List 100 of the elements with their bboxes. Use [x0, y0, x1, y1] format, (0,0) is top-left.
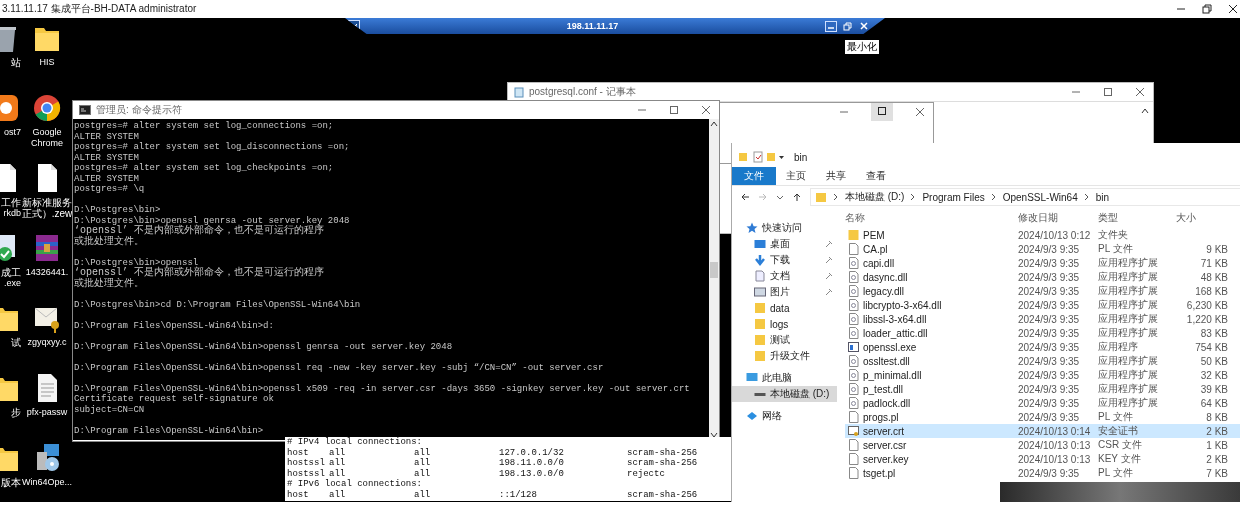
- desktop-icon-label: 正式）.zew: [21, 208, 73, 219]
- breadcrumb-item[interactable]: OpenSSL-Win64: [1002, 191, 1078, 203]
- navigation-item[interactable]: 升级文件: [732, 348, 837, 364]
- file-row[interactable]: legacy.dll 2024/9/3 9:35 应用程序扩展 168 KB: [845, 284, 1240, 298]
- desktop-icon-label: 版本: [1, 477, 21, 488]
- gear-file-icon: [848, 397, 859, 409]
- ribbon-tab[interactable]: 主页: [776, 167, 816, 185]
- file-row[interactable]: tsget.pl 2024/9/3 9:35 PL 文件 7 KB: [845, 466, 1240, 480]
- console-line: postgres=# alter system set log_checkpoints =on;: [74, 163, 335, 174]
- console-line: 或批处理文件。: [74, 236, 145, 247]
- chevron-icon: [910, 193, 917, 201]
- ribbon-tab[interactable]: 文件: [732, 167, 776, 185]
- restore-icon[interactable]: [843, 21, 853, 31]
- file-row[interactable]: openssl.exe 2024/9/3 9:35 应用程序 754 KB: [845, 340, 1240, 354]
- chevron-icon: [990, 193, 997, 201]
- chrome-icon[interactable]: [32, 92, 62, 124]
- file-row[interactable]: server.key 2024/10/13 0:13 KEY 文件 2 KB: [845, 452, 1240, 466]
- gear-file-icon: [848, 299, 859, 311]
- config-comment: # IPv6 local connections:: [287, 479, 424, 490]
- desktop-icon-label: 站: [11, 57, 21, 68]
- address-bar[interactable]: 本地磁盘 (D:) Program Files OpenSSL-Win64 bin: [810, 188, 1240, 206]
- back-arrow-icon[interactable]: [740, 192, 750, 202]
- file-row[interactable]: capi.dll 2024/9/3 9:35 应用程序扩展 71 KB: [845, 256, 1240, 270]
- config-value: hostssl: [287, 458, 326, 469]
- file-icon: [848, 439, 859, 451]
- pc-icon: [746, 372, 758, 384]
- scroll-up-icon[interactable]: [1141, 108, 1149, 114]
- chevron-icon: [1083, 193, 1090, 201]
- config-value: all: [329, 447, 347, 458]
- file-row[interactable]: server.csr 2024/10/13 0:13 CSR 文件 1 KB: [845, 438, 1240, 452]
- config-value: all: [329, 468, 347, 479]
- console-line: ALTER SYSTEM: [74, 173, 140, 184]
- ribbon-tab[interactable]: 共享: [816, 167, 856, 185]
- desktop-icon-label: .exe: [4, 278, 21, 289]
- minimize-icon[interactable]: [825, 20, 837, 32]
- file-row[interactable]: CA.pl 2024/9/3 9:35 PL 文件 9 KB: [845, 242, 1240, 256]
- navigation-item[interactable]: 文档: [732, 268, 837, 284]
- file-row[interactable]: dasync.dll 2024/9/3 9:35 应用程序扩展 48 KB: [845, 270, 1240, 284]
- navigation-item[interactable]: data: [732, 300, 837, 316]
- close-icon[interactable]: [1228, 4, 1238, 14]
- column-header[interactable]: 类型: [1098, 211, 1170, 225]
- picture-icon: [754, 286, 766, 298]
- config-value: rejectc: [627, 468, 666, 479]
- file-row[interactable]: ossltest.dll 2024/9/3 9:35 应用程序扩展 50 KB: [845, 354, 1240, 368]
- file-row[interactable]: PEM 2024/10/13 0:12 文件夹: [845, 228, 1240, 242]
- gear-file-icon: [848, 257, 859, 269]
- file-icon: [848, 411, 859, 423]
- column-header[interactable]: 大小: [1170, 211, 1234, 225]
- file-row[interactable]: loader_attic.dll 2024/9/3 9:35 应用程序扩展 83 KB: [845, 326, 1240, 340]
- remote-host-address: 198.11.11.17: [565, 21, 620, 31]
- console-icon: [79, 105, 91, 115]
- navigation-item[interactable]: 桌面: [732, 236, 837, 252]
- maximize-icon[interactable]: [669, 105, 679, 115]
- column-header[interactable]: 修改日期: [1018, 211, 1098, 225]
- star-icon: [746, 222, 758, 234]
- quick-access-toolbar-icon[interactable]: [738, 151, 786, 163]
- desktop-icon-label: pfx-passw: [26, 407, 68, 418]
- file-row[interactable]: server.crt 2024/10/13 0:14 安全证书 2 KB: [845, 424, 1240, 438]
- breadcrumb-item[interactable]: Program Files: [922, 191, 985, 203]
- navigation-item[interactable]: 快速访问: [732, 220, 837, 236]
- folder-icon: [754, 350, 766, 362]
- app-icon[interactable]: [0, 92, 21, 124]
- file-row[interactable]: libcrypto-3-x64.dll 2024/9/3 9:35 应用程序扩展 6,230 KB: [845, 298, 1240, 312]
- maximize-icon[interactable]: [1103, 87, 1113, 97]
- navigation-item[interactable]: 图片: [732, 284, 837, 300]
- scroll-thumb[interactable]: [710, 262, 718, 278]
- navigation-item[interactable]: 本地磁盘 (D:): [732, 386, 837, 402]
- column-header[interactable]: 名称: [845, 211, 1018, 225]
- maximize-icon[interactable]: [877, 106, 887, 116]
- ribbon-tab[interactable]: 查看: [856, 167, 896, 185]
- navigation-item[interactable]: 网络: [732, 408, 837, 424]
- gear-file-icon: [848, 271, 859, 283]
- exe-icon: [848, 341, 859, 353]
- config-value: hostssl: [287, 468, 326, 479]
- scroll-down-icon[interactable]: [710, 432, 718, 438]
- up-arrow-icon[interactable]: [792, 192, 802, 202]
- navigation-item[interactable]: 下载: [732, 252, 837, 268]
- gear-file-icon: [848, 369, 859, 381]
- console-line: subject=CN=CN: [74, 404, 146, 415]
- file-row[interactable]: p_minimal.dll 2024/9/3 9:35 应用程序扩展 32 KB: [845, 368, 1240, 382]
- file-row[interactable]: progs.pl 2024/9/3 9:35 PL 文件 8 KB: [845, 410, 1240, 424]
- navigation-item[interactable]: 此电脑: [732, 370, 837, 386]
- gear-file-icon: [848, 327, 859, 339]
- folder-icon: [754, 318, 766, 330]
- breadcrumb-item[interactable]: 本地磁盘 (D:): [845, 190, 905, 204]
- scrollbar[interactable]: [709, 119, 719, 440]
- file-row[interactable]: padlock.dll 2024/9/3 9:35 应用程序扩展 64 KB: [845, 396, 1240, 410]
- restore-icon[interactable]: [1202, 4, 1212, 14]
- file-row[interactable]: libssl-3-x64.dll 2024/9/3 9:35 应用程序扩展 1,220 KB: [845, 312, 1240, 326]
- desktop-icon-label: ost7: [4, 127, 21, 138]
- config-value: 127.0.0.1/32: [499, 447, 565, 458]
- dropdown-caret-icon[interactable]: [776, 193, 784, 201]
- breadcrumb-item[interactable]: bin: [1095, 191, 1110, 203]
- navigation-item[interactable]: logs: [732, 316, 837, 332]
- chevron-icon: [833, 193, 839, 201]
- config-value: host: [287, 447, 310, 458]
- navigation-item[interactable]: 测试: [732, 332, 837, 348]
- file-row[interactable]: p_test.dll 2024/9/3 9:35 应用程序扩展 39 KB: [845, 382, 1240, 396]
- scroll-up-icon[interactable]: [710, 121, 718, 127]
- desktop-icon-label: 新标准服务: [22, 197, 72, 208]
